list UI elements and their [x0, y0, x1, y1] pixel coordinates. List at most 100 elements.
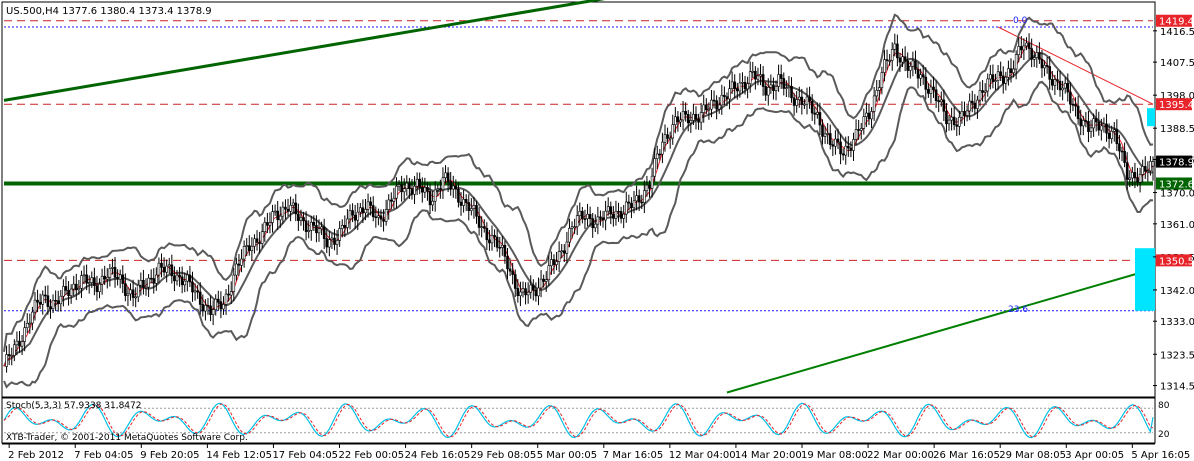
price-tag-text: 1395.4	[1159, 100, 1194, 111]
candle-body	[472, 205, 476, 209]
candle-body	[666, 134, 669, 139]
candle-body	[1151, 161, 1155, 167]
candle-body	[896, 43, 899, 59]
candle-body	[624, 201, 628, 215]
candle-body	[95, 285, 99, 292]
candle-body	[304, 220, 308, 232]
candle-body	[155, 274, 158, 284]
x-tick-label: 5 Apr 16:05	[1131, 450, 1190, 461]
candle-body	[103, 275, 106, 280]
x-tick-label: 29 Feb 08:05	[471, 450, 537, 461]
candle-body	[222, 304, 225, 310]
candle-body	[193, 290, 197, 293]
candle-body	[999, 71, 1002, 77]
candle-body	[996, 71, 1000, 81]
candle-body	[359, 207, 362, 213]
y-tick-label: 1388.5	[1160, 124, 1194, 135]
x-tick-label: 12 Mar 04:00	[669, 450, 736, 461]
candle-body	[214, 298, 218, 310]
candle-body	[217, 298, 220, 302]
candle-body	[529, 284, 533, 293]
candle-body	[1048, 66, 1052, 80]
candle-body	[640, 201, 644, 204]
candle-body	[952, 116, 956, 126]
candle-body	[247, 245, 251, 251]
candle-body	[772, 84, 775, 91]
candle-body	[723, 94, 726, 98]
candle-body	[754, 70, 757, 80]
candle-body	[916, 69, 920, 79]
candle-body	[335, 240, 339, 245]
candle-body	[521, 288, 525, 293]
candle-body	[242, 245, 246, 260]
candle-body	[1089, 127, 1093, 132]
candle-body	[1038, 52, 1041, 60]
candle-body	[227, 293, 230, 296]
candle-body	[111, 267, 114, 269]
candle-body	[932, 86, 935, 91]
candle-body	[921, 74, 925, 78]
candle-body	[679, 119, 682, 123]
candle-body	[748, 71, 752, 85]
candle-body	[325, 238, 329, 248]
candle-body	[547, 265, 551, 281]
candle-body	[80, 275, 83, 289]
candle-body	[266, 222, 269, 226]
candle-body	[286, 208, 290, 212]
candle-body	[759, 74, 762, 77]
candle-body	[98, 283, 101, 292]
candle-body	[581, 210, 584, 219]
highlight-lower	[1135, 248, 1155, 311]
candle-body	[477, 216, 481, 228]
candle-body	[294, 202, 298, 215]
candle-body	[604, 210, 607, 221]
candle-body	[113, 267, 117, 278]
candle-body	[1063, 83, 1067, 89]
candle-body	[950, 116, 953, 121]
candle-body	[746, 83, 749, 90]
candle-body	[697, 118, 700, 123]
price-tag-text: 1372.6	[1159, 180, 1194, 191]
x-tick-label: 22 Feb 00:05	[339, 450, 405, 461]
y-tick-label: 1314.5	[1160, 382, 1194, 393]
candle-body	[671, 124, 675, 139]
candle-body	[232, 274, 236, 292]
candle-body	[674, 116, 677, 125]
candle-body	[186, 274, 189, 282]
candle-body	[785, 87, 788, 89]
candle-body	[1001, 75, 1005, 84]
candle-body	[188, 274, 192, 283]
candle-body	[769, 84, 773, 88]
candle-body	[1004, 76, 1008, 84]
candle-body	[601, 217, 605, 221]
candle-body	[356, 211, 360, 221]
candle-body	[630, 202, 633, 209]
candle-body	[449, 181, 452, 190]
candle-body	[211, 309, 215, 315]
candle-body	[457, 188, 460, 203]
candle-body	[906, 60, 910, 71]
candle-body	[72, 283, 76, 290]
candle-body	[235, 263, 238, 276]
candle-body	[67, 290, 70, 296]
candle-body	[1081, 120, 1085, 127]
candle-body	[865, 112, 868, 117]
candle-body	[751, 70, 755, 73]
x-tick-label: 7 Feb 04:05	[74, 450, 133, 461]
x-tick-label: 22 Mar 00:00	[867, 450, 934, 461]
candle-body	[467, 202, 471, 211]
candle-body	[44, 294, 47, 297]
candle-body	[237, 263, 241, 266]
candle-body	[686, 114, 690, 124]
candle-body	[555, 261, 558, 265]
candle-body	[939, 99, 943, 103]
candle-body	[198, 291, 202, 305]
candle-body	[534, 289, 538, 297]
candle-body	[588, 213, 592, 219]
candle-body	[322, 226, 326, 239]
candle-body	[568, 228, 571, 243]
candle-body	[454, 185, 458, 190]
candle-body	[1107, 132, 1111, 139]
candle-body	[919, 74, 922, 79]
candle-body	[1120, 150, 1124, 153]
